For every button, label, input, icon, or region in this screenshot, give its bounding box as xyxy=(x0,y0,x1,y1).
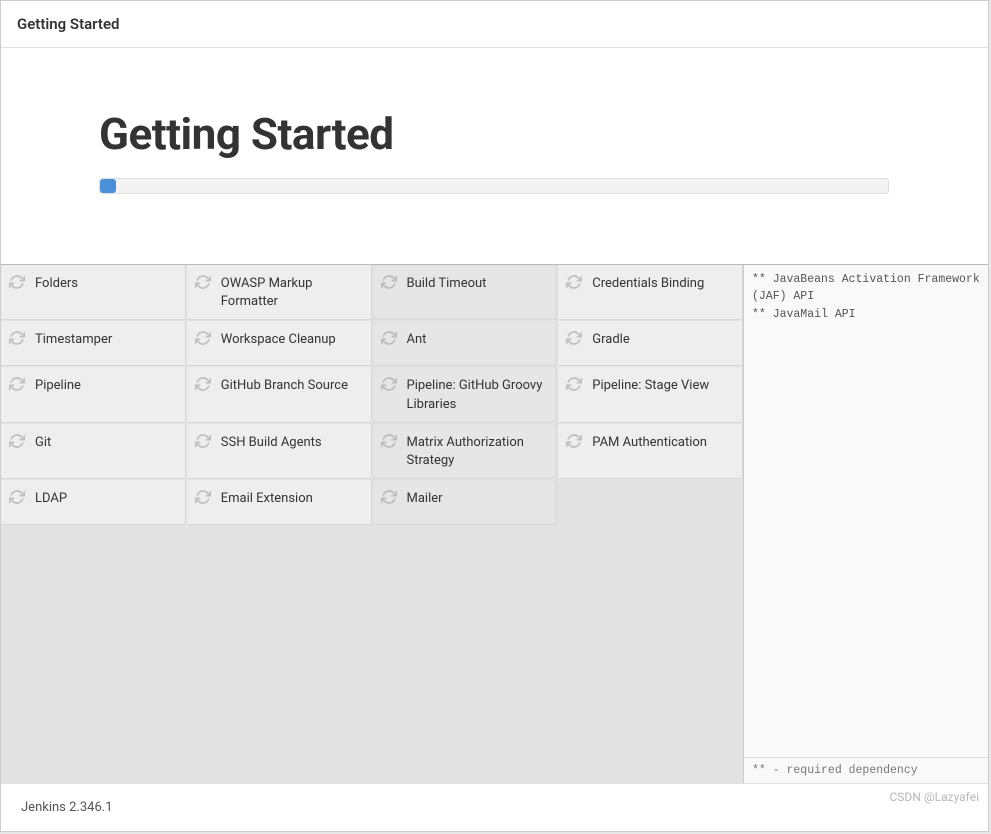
plugin-label: Mailer xyxy=(407,488,443,508)
refresh-icon xyxy=(381,432,397,453)
refresh-icon xyxy=(9,329,25,350)
plugin-cell: Workspace Cleanup xyxy=(187,321,372,366)
footer: Jenkins 2.346.1 xyxy=(1,783,988,831)
plugin-label: Git xyxy=(35,432,51,452)
refresh-icon xyxy=(195,329,211,350)
plugin-cell: Pipeline: Stage View xyxy=(558,367,743,422)
log-panel: ** JavaBeans Activation Framework (JAF) … xyxy=(743,265,988,783)
plugin-label: OWASP Markup Formatter xyxy=(221,273,363,311)
log-body: ** JavaBeans Activation Framework (JAF) … xyxy=(744,265,988,757)
plugin-cell: Pipeline: GitHub Groovy Libraries xyxy=(373,367,558,422)
body-area: Folders OWASP Markup Formatter Build Timeo… xyxy=(1,264,988,783)
refresh-icon xyxy=(195,488,211,509)
progress-fill xyxy=(100,179,116,193)
plugin-label: Ant xyxy=(407,329,427,349)
plugin-cell: OWASP Markup Formatter xyxy=(187,265,372,320)
page-heading: Getting Started xyxy=(99,108,890,160)
plugin-cell: PAM Authentication xyxy=(558,424,743,479)
plugin-label: Matrix Authorization Strategy xyxy=(407,432,549,470)
plugin-cell: SSH Build Agents xyxy=(187,424,372,479)
refresh-icon xyxy=(566,432,582,453)
plugin-cell: Git xyxy=(1,424,186,479)
plugin-label: Folders xyxy=(35,273,78,293)
watermark: CSDN @Lazyafei xyxy=(890,790,980,804)
dialog-header: Getting Started xyxy=(1,1,988,48)
refresh-icon xyxy=(9,273,25,294)
refresh-icon xyxy=(9,488,25,509)
plugin-cell: Timestamper xyxy=(1,321,186,366)
plugin-label: Pipeline xyxy=(35,375,81,395)
plugin-grid: Folders OWASP Markup Formatter Build Timeo… xyxy=(1,265,743,783)
plugin-cell: Folders xyxy=(1,265,186,320)
refresh-icon xyxy=(381,329,397,350)
plugin-label: Email Extension xyxy=(221,488,313,508)
refresh-icon xyxy=(381,488,397,509)
refresh-icon xyxy=(566,273,582,294)
refresh-icon xyxy=(195,432,211,453)
progress-bar xyxy=(99,178,889,194)
plugin-cell: Pipeline xyxy=(1,367,186,422)
plugin-cell: GitHub Branch Source xyxy=(187,367,372,422)
refresh-icon xyxy=(381,375,397,396)
plugin-label: LDAP xyxy=(35,488,67,508)
plugin-label: Pipeline: Stage View xyxy=(592,375,709,395)
hero-section: Getting Started xyxy=(1,48,988,264)
plugin-label: SSH Build Agents xyxy=(221,432,322,452)
refresh-icon xyxy=(195,273,211,294)
plugin-cell: Email Extension xyxy=(187,480,372,525)
refresh-icon xyxy=(195,375,211,396)
plugin-label: Timestamper xyxy=(35,329,112,349)
plugin-label: Gradle xyxy=(592,329,629,349)
log-line: ** JavaBeans Activation Framework (JAF) … xyxy=(752,271,980,306)
plugin-label: Workspace Cleanup xyxy=(221,329,336,349)
plugin-cell: Mailer xyxy=(373,480,558,525)
refresh-icon xyxy=(566,375,582,396)
plugin-cell: Ant xyxy=(373,321,558,366)
plugin-cell: Build Timeout xyxy=(373,265,558,320)
plugin-cell: Credentials Binding xyxy=(558,265,743,320)
plugin-label: Build Timeout xyxy=(407,273,487,293)
plugin-label: Credentials Binding xyxy=(592,273,704,293)
plugin-label: GitHub Branch Source xyxy=(221,375,348,395)
log-footer-note: ** - required dependency xyxy=(744,757,988,783)
log-line: ** JavaMail API xyxy=(752,306,980,323)
plugin-label: Pipeline: GitHub Groovy Libraries xyxy=(407,375,549,413)
refresh-icon xyxy=(9,375,25,396)
refresh-icon xyxy=(9,432,25,453)
plugin-cell: LDAP xyxy=(1,480,186,525)
dialog-title: Getting Started xyxy=(17,15,972,33)
refresh-icon xyxy=(566,329,582,350)
plugin-cell: Gradle xyxy=(558,321,743,366)
version-label: Jenkins 2.346.1 xyxy=(21,800,113,815)
plugin-label: PAM Authentication xyxy=(592,432,707,452)
plugin-cell: Matrix Authorization Strategy xyxy=(373,424,558,479)
refresh-icon xyxy=(381,273,397,294)
dialog-container: Getting Started Getting Started Folders O… xyxy=(0,0,989,832)
